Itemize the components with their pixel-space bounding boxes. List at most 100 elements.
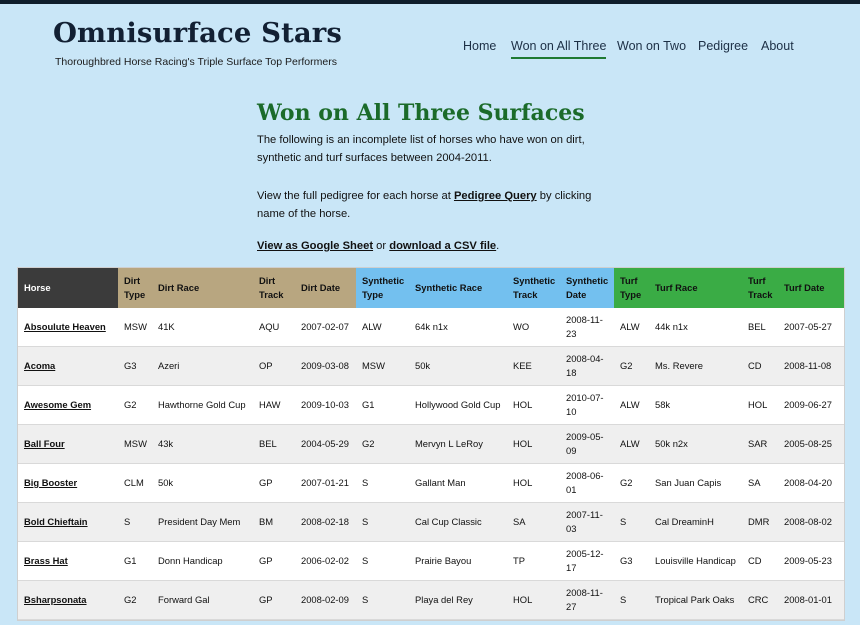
nav-about[interactable]: About [761, 39, 794, 57]
cell-turf-date: 2007-05-27 [778, 308, 844, 347]
cell-turf-track: SAR [742, 424, 778, 464]
cell-dirt-race: 43k [152, 424, 253, 464]
table-header-row: Horse Dirt Type Dirt Race Dirt Track Dir… [18, 268, 844, 308]
cell-dirt-race: Azeri [152, 346, 253, 386]
cell-synthetic-race: Playa del Rey [409, 580, 507, 620]
cell-horse: Bsharpsonata [18, 580, 118, 620]
cell-synthetic-date: 2009-05-09 [560, 424, 614, 464]
cell-turf-track: CRC [742, 580, 778, 620]
cell-turf-race: 50k n2x [649, 424, 742, 464]
cell-dirt-type: MSW [118, 424, 152, 464]
cell-dirt-date: 2008-02-09 [295, 580, 356, 620]
csv-download-link[interactable]: download a CSV file [389, 240, 496, 252]
cell-turf-race: Louisville Handicap [649, 541, 742, 581]
cell-synthetic-race: 64k n1x [409, 308, 507, 347]
google-sheet-link[interactable]: View as Google Sheet [257, 240, 373, 252]
cell-synthetic-type: S [356, 580, 409, 620]
cell-dirt-track: BEL [253, 424, 295, 464]
cell-dirt-track: HAW [253, 385, 295, 425]
cell-synthetic-track: SA [507, 502, 560, 542]
nav-won-on-two[interactable]: Won on Two [617, 39, 686, 57]
horse-name-link[interactable]: Big Booster [24, 477, 77, 488]
cell-synthetic-type: S [356, 502, 409, 542]
cell-horse: Acoma [18, 346, 118, 386]
horse-name-link[interactable]: Brass Hat [24, 555, 68, 566]
cell-turf-race: Cal DreaminH [649, 502, 742, 542]
cell-turf-race: Tropical Park Oaks [649, 580, 742, 620]
cell-horse: Absoulute Heaven [18, 308, 118, 347]
cell-dirt-date: 2004-05-29 [295, 424, 356, 464]
cell-synthetic-type: ALW [356, 308, 409, 347]
cell-synthetic-date: 2005-12-17 [560, 541, 614, 581]
cell-turf-type: ALW [614, 308, 649, 347]
header-turf-race[interactable]: Turf Race [649, 268, 742, 308]
horse-name-link[interactable]: Absoulute Heaven [24, 321, 106, 332]
cell-synthetic-race: Prairie Bayou [409, 541, 507, 581]
horse-name-link[interactable]: Acoma [24, 360, 55, 371]
horse-name-link[interactable]: Ball Four [24, 438, 65, 449]
cell-turf-date: 2008-11-08 [778, 346, 844, 386]
horse-name-link[interactable]: Awesome Gem [24, 399, 91, 410]
cell-dirt-track: OP [253, 346, 295, 386]
cell-turf-type: S [614, 580, 649, 620]
cell-turf-date: 2008-01-01 [778, 580, 844, 620]
header-synthetic-race[interactable]: Synthetic Race [409, 268, 507, 308]
cell-horse: Bold Chieftain [18, 502, 118, 542]
cell-synthetic-track: HOL [507, 385, 560, 425]
main-nav: Home Won on All Three Won on Two Pedigre… [0, 39, 860, 61]
cell-turf-date: 2008-08-02 [778, 502, 844, 542]
header-turf-track[interactable]: Turf Track [742, 268, 778, 308]
cell-dirt-race: President Day Mem [152, 502, 253, 542]
cell-dirt-race: 50k [152, 463, 253, 503]
cell-dirt-race: Hawthorne Gold Cup [152, 385, 253, 425]
header-synthetic-track[interactable]: Synthetic Track [507, 268, 560, 308]
table-row: Big Booster CLM 50k GP 2007-01-21 S Gallant Ma… [18, 463, 844, 503]
cell-dirt-date: 2006-02-02 [295, 541, 356, 581]
horse-name-link[interactable]: Bold Chieftain [24, 516, 88, 527]
or-text: or [373, 240, 390, 252]
cell-turf-race: San Juan Capis [649, 463, 742, 503]
cell-turf-race: Ms. Revere [649, 346, 742, 386]
header-dirt-date[interactable]: Dirt Date [295, 268, 356, 308]
horses-table-container: Horse Dirt Type Dirt Race Dirt Track Dir… [17, 267, 845, 621]
cell-synthetic-type: G2 [356, 424, 409, 464]
pedigree-query-link[interactable]: Pedigree Query [454, 190, 537, 202]
cell-synthetic-date: 2008-11-27 [560, 580, 614, 620]
cell-dirt-date: 2008-02-18 [295, 502, 356, 542]
cell-turf-track: DMR [742, 502, 778, 542]
cell-turf-date: 2009-05-23 [778, 541, 844, 581]
cell-dirt-type: G3 [118, 346, 152, 386]
cell-dirt-track: GP [253, 463, 295, 503]
nav-pedigree[interactable]: Pedigree [698, 39, 748, 57]
header-dirt-type[interactable]: Dirt Type [118, 268, 152, 308]
table-row: Brass Hat G1 Donn Handicap GP 2006-02-02 S Pra… [18, 541, 844, 581]
pedigree-text-before: View the full pedigree for each horse at [257, 190, 454, 202]
cell-turf-date: 2009-06-27 [778, 385, 844, 425]
cell-dirt-type: G2 [118, 385, 152, 425]
cell-synthetic-race: 50k [409, 346, 507, 386]
cell-synthetic-track: WO [507, 308, 560, 347]
header-dirt-race[interactable]: Dirt Race [152, 268, 253, 308]
intro-paragraph: The following is an incomplete list of h… [257, 134, 585, 164]
cell-dirt-type: MSW [118, 308, 152, 347]
header-horse[interactable]: Horse [18, 268, 118, 308]
cell-turf-track: BEL [742, 308, 778, 347]
cell-synthetic-type: G1 [356, 385, 409, 425]
header-synthetic-date[interactable]: Synthetic Date [560, 268, 614, 308]
header-turf-type[interactable]: Turf Type [614, 268, 649, 308]
cell-synthetic-race: Hollywood Gold Cup [409, 385, 507, 425]
horse-name-link[interactable]: Bsharpsonata [24, 594, 87, 605]
cell-dirt-date: 2007-02-07 [295, 308, 356, 347]
cell-synthetic-date: 2007-11-03 [560, 502, 614, 542]
table-body: Absoulute Heaven MSW 41K AQU 2007-02-07 ALW 64… [18, 308, 844, 620]
nav-won-on-all-three[interactable]: Won on All Three [511, 39, 607, 59]
header-synthetic-type[interactable]: Synthetic Type [356, 268, 409, 308]
cell-dirt-track: GP [253, 580, 295, 620]
header-dirt-track[interactable]: Dirt Track [253, 268, 295, 308]
header-turf-date[interactable]: Turf Date [778, 268, 844, 308]
cell-dirt-race: 41K [152, 308, 253, 347]
pedigree-paragraph: View the full pedigree for each horse at… [257, 188, 602, 223]
cell-dirt-track: AQU [253, 308, 295, 347]
nav-home[interactable]: Home [463, 39, 496, 57]
cell-turf-race: 58k [649, 385, 742, 425]
